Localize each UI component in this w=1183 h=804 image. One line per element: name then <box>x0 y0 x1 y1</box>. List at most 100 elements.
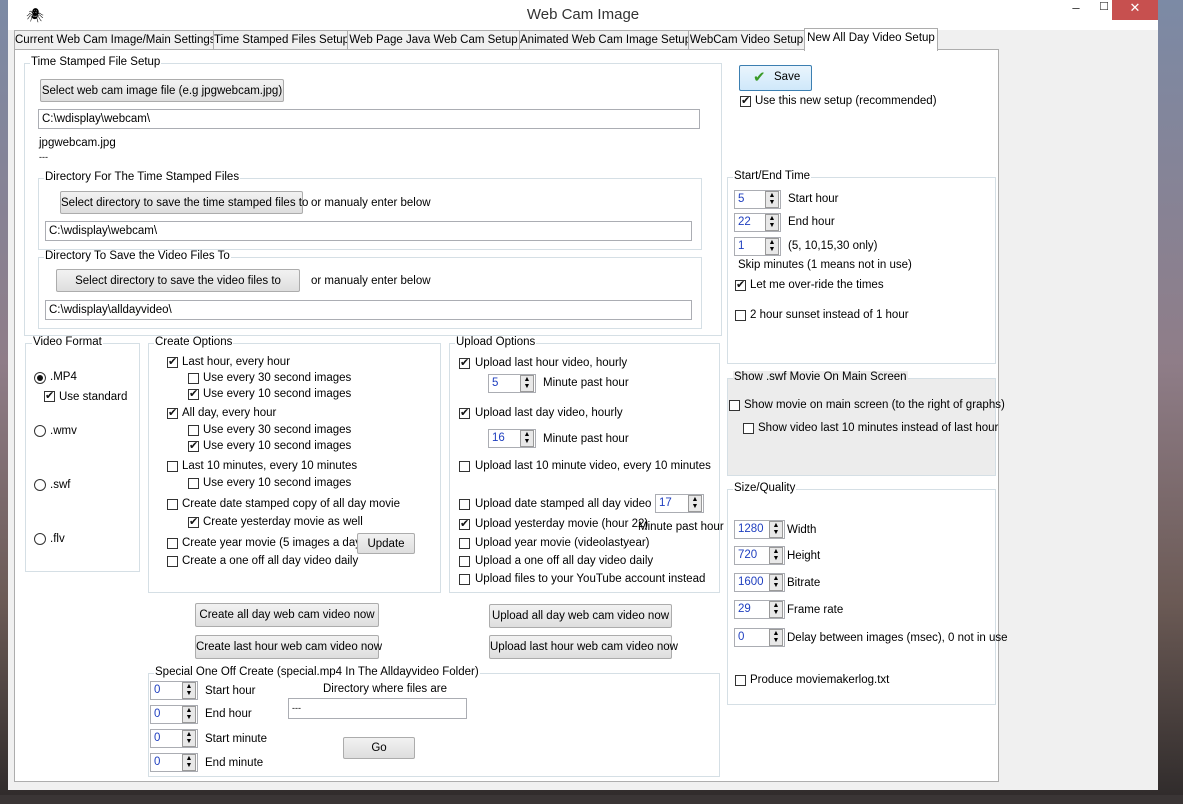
format-wmv-radio[interactable] <box>34 425 46 437</box>
create-last-hour-now-button[interactable]: Create last hour web cam video now <box>195 635 382 659</box>
upload-last-hour-now-button[interactable]: Upload last hour web cam video now <box>489 635 678 659</box>
spinner-arrows-icon[interactable]: ▲ ▼ <box>769 574 783 591</box>
create-ad-30-checkbox[interactable] <box>188 425 199 436</box>
upload-youtube-checkbox[interactable] <box>459 574 470 585</box>
go-button[interactable]: Go <box>343 737 415 759</box>
upload-last-day-checkbox[interactable] <box>459 406 470 419</box>
spinner-arrows-icon[interactable]: ▲ ▼ <box>765 191 779 208</box>
size-quality-legend: Size/Quality <box>733 482 797 494</box>
delay-spinner[interactable]: 0 ▲ ▼ <box>734 628 785 647</box>
special-dir-input[interactable]: --- <box>288 698 467 719</box>
manual-entry-label: or manualy enter below <box>311 197 431 209</box>
create-date-stamped-checkbox[interactable] <box>167 499 178 510</box>
save-label: Save <box>774 71 801 83</box>
show-movie-label: Show movie on main screen (to the right … <box>744 399 1005 411</box>
spinner-arrows-icon[interactable]: ▲ ▼ <box>769 547 783 564</box>
create-ad-10-checkbox[interactable] <box>188 439 199 452</box>
framerate-label: Frame rate <box>787 604 844 616</box>
create-last10-label: Last 10 minutes, every 10 minutes <box>182 460 358 472</box>
use-standard-checkbox[interactable] <box>44 389 55 402</box>
tab-all-day-video[interactable]: New All Day Video Setup <box>804 28 938 51</box>
create-all-day-checkbox[interactable] <box>167 406 178 419</box>
create-yesterday-label: Create yesterday movie as well <box>203 516 363 528</box>
save-button[interactable]: ✔ Save <box>739 65 812 91</box>
create-oneoff-checkbox[interactable] <box>167 556 178 567</box>
upload-all-day-now-button[interactable]: Upload all day web cam video now <box>489 604 672 628</box>
create-l10-10-checkbox[interactable] <box>188 478 199 489</box>
upload-last10-checkbox[interactable] <box>459 461 470 472</box>
upload-lh-minute-spinner[interactable]: 5 ▲ ▼ <box>488 374 536 393</box>
create-lh-30-checkbox[interactable] <box>188 373 199 384</box>
tab-video-setup[interactable]: WebCam Video Setup <box>688 30 805 50</box>
video-dir-input[interactable]: C:\wdisplay\alldayvideo\ <box>45 300 692 320</box>
format-mp4-radio[interactable] <box>34 372 46 384</box>
show-movie-checkbox[interactable] <box>729 400 740 411</box>
special-dir-label: Directory where files are <box>323 683 447 695</box>
format-flv-label: .flv <box>50 533 65 545</box>
format-swf-label: .swf <box>50 479 71 491</box>
create-lh-10-checkbox[interactable] <box>188 387 199 400</box>
use-standard-label: Use standard <box>59 391 128 403</box>
video-manual-entry-label: or manualy enter below <box>311 275 431 287</box>
special-start-hour-spinner[interactable]: 0 ▲ ▼ <box>150 681 198 700</box>
spinner-arrows-icon[interactable]: ▲ ▼ <box>182 706 196 723</box>
upload-ld-minute-spinner[interactable]: 16 ▲ ▼ <box>488 429 536 448</box>
spinner-arrows-icon[interactable]: ▲ ▼ <box>765 214 779 231</box>
update-button[interactable]: Update <box>357 533 415 554</box>
spinner-arrows-icon[interactable]: ▲ ▼ <box>520 430 534 447</box>
sunset-checkbox[interactable] <box>735 310 746 321</box>
tab-time-stamped[interactable]: Time Stamped Files Setup <box>213 30 349 50</box>
spinner-arrows-icon[interactable]: ▲ ▼ <box>769 601 783 618</box>
select-timestamped-dir-button[interactable]: Select directory to save the time stampe… <box>60 191 308 214</box>
close-button[interactable]: ✕ <box>1112 0 1158 20</box>
select-image-button[interactable]: Select web cam image file (e.g jpgwebcam… <box>40 79 284 102</box>
spinner-arrows-icon[interactable]: ▲ ▼ <box>520 375 534 392</box>
override-times-checkbox[interactable] <box>735 278 746 291</box>
upload-year-checkbox[interactable] <box>459 538 470 549</box>
spinner-arrows-icon[interactable]: ▲ ▼ <box>688 495 702 512</box>
spinner-arrows-icon[interactable]: ▲ ▼ <box>769 629 783 646</box>
upload-oneoff-checkbox[interactable] <box>459 556 470 567</box>
special-end-minute-spinner[interactable]: 0 ▲ ▼ <box>150 753 198 772</box>
show-last10-checkbox[interactable] <box>743 423 754 434</box>
create-year-checkbox[interactable] <box>167 538 178 549</box>
image-path-input[interactable]: C:\wdisplay\webcam\ <box>38 109 700 129</box>
bitrate-spinner[interactable]: 1600 ▲ ▼ <box>734 573 785 592</box>
upload-date-stamped-label: Upload date stamped all day video <box>475 498 652 510</box>
special-start-minute-spinner[interactable]: 0 ▲ ▼ <box>150 729 198 748</box>
use-new-setup-checkbox[interactable] <box>740 94 751 107</box>
upload-date-stamped-checkbox[interactable] <box>459 499 470 510</box>
spinner-arrows-icon[interactable]: ▲ ▼ <box>769 521 783 538</box>
spinner-arrows-icon[interactable]: ▲ ▼ <box>182 682 196 699</box>
create-last10-checkbox[interactable] <box>167 461 178 472</box>
minimize-button[interactable]: – <box>1064 0 1088 20</box>
spinner-arrows-icon[interactable]: ▲ ▼ <box>182 754 196 771</box>
tab-animated[interactable]: Animated Web Cam Image Setup <box>519 30 691 50</box>
create-yesterday-checkbox[interactable] <box>188 515 199 528</box>
spinner-arrows-icon[interactable]: ▲ ▼ <box>765 238 779 255</box>
special-end-hour-spinner[interactable]: 0 ▲ ▼ <box>150 705 198 724</box>
upload-last-hour-checkbox[interactable] <box>459 356 470 369</box>
upload-lh-minute-label: Minute past hour <box>543 377 629 389</box>
create-last-hour-checkbox[interactable] <box>167 355 178 368</box>
moviemaker-log-checkbox[interactable] <box>735 675 746 686</box>
upload-ds-minute-spinner[interactable]: 17 ▲ ▼ <box>655 494 704 513</box>
dir-video-legend: Directory To Save the Video Files To <box>44 250 231 262</box>
upload-yesterday-minute-label: Minute past hour <box>638 521 724 533</box>
format-flv-radio[interactable] <box>34 533 46 545</box>
upload-yesterday-checkbox[interactable] <box>459 517 470 530</box>
end-hour-spinner[interactable]: 22 ▲ ▼ <box>734 213 781 232</box>
timestamped-dir-input[interactable]: C:\wdisplay\webcam\ <box>45 221 692 241</box>
tab-java-webcam[interactable]: Web Page Java Web Cam Setup <box>347 30 520 50</box>
create-all-day-now-button[interactable]: Create all day web cam video now <box>195 603 379 627</box>
select-video-dir-button[interactable]: Select directory to save the video files… <box>56 269 300 292</box>
format-swf-radio[interactable] <box>34 479 46 491</box>
spinner-arrows-icon[interactable]: ▲ ▼ <box>182 730 196 747</box>
height-spinner[interactable]: 720 ▲ ▼ <box>734 546 785 565</box>
framerate-spinner[interactable]: 29 ▲ ▼ <box>734 600 785 619</box>
tab-main-settings[interactable]: Current Web Cam Image/Main Settings <box>14 30 215 50</box>
create-ad-10-label: Use every 10 second images <box>203 440 352 452</box>
skip-minutes-spinner[interactable]: 1 ▲ ▼ <box>734 237 781 256</box>
width-spinner[interactable]: 1280 ▲ ▼ <box>734 520 785 539</box>
start-hour-spinner[interactable]: 5 ▲ ▼ <box>734 190 781 209</box>
